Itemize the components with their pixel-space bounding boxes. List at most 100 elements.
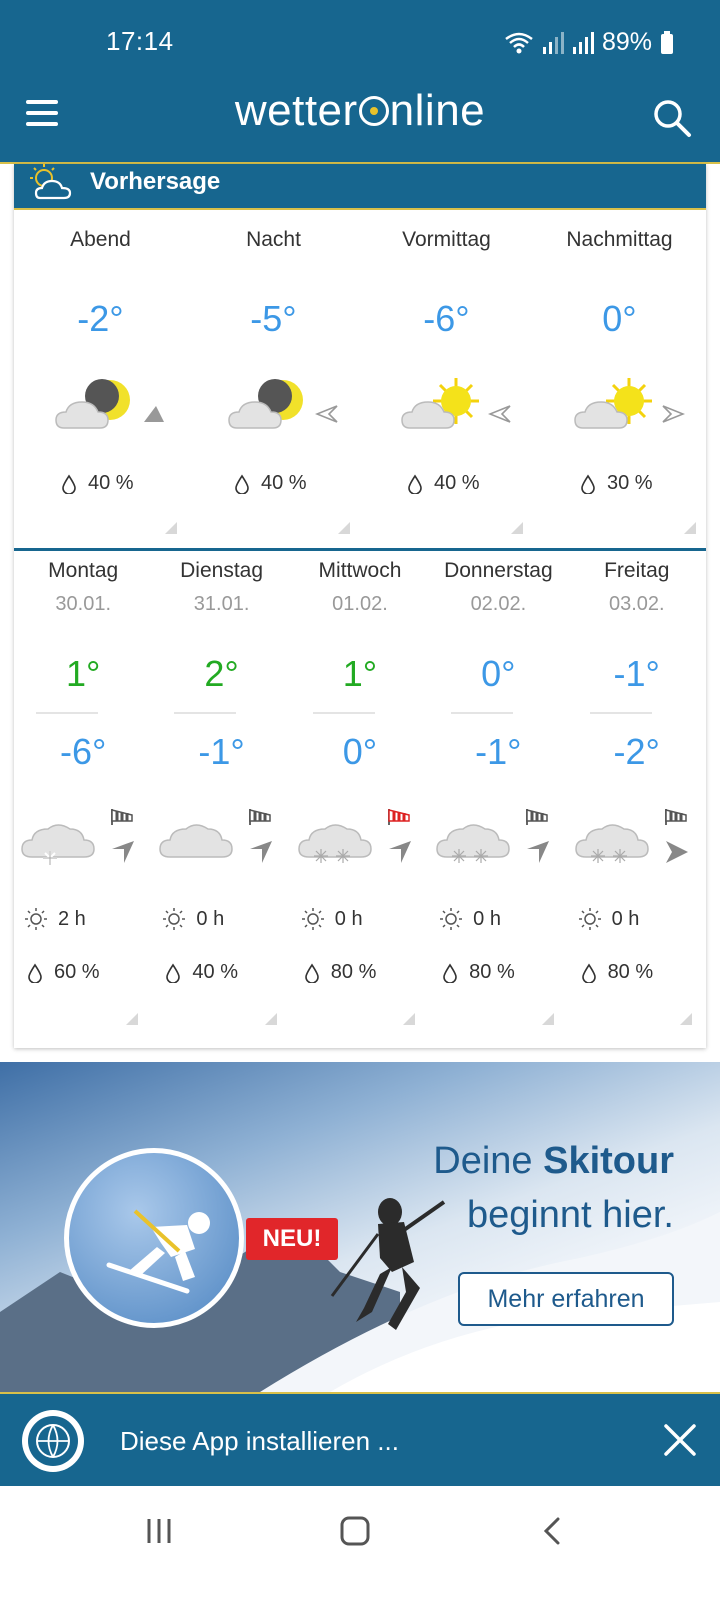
- sun-cloud-icon: [401, 378, 479, 429]
- day-dienstag[interactable]: Dienstag 31.01. 2° -1° 0 h 40 %: [152, 551, 290, 1045]
- precipitation: 40 %: [62, 472, 134, 495]
- expand-corner-icon[interactable]: [684, 522, 696, 534]
- precipitation: 30 %: [581, 472, 653, 495]
- expand-corner-icon[interactable]: [403, 1013, 416, 1025]
- wind-direction-icon: [662, 405, 685, 423]
- search-icon[interactable]: [652, 98, 692, 138]
- sun-hours: 0 h: [473, 907, 501, 930]
- new-badge: NEU!: [246, 1218, 338, 1260]
- day-freitag[interactable]: Freitag 03.02. -1° -2° 0 h 80 %: [568, 551, 706, 1045]
- precipitation: 40 %: [166, 961, 238, 984]
- install-app-banner[interactable]: Diese App installieren ...: [0, 1392, 720, 1486]
- forecast-header: Vorhersage: [14, 164, 706, 210]
- raindrop-icon: [304, 963, 319, 983]
- sunshine-hours: 0 h: [301, 907, 363, 931]
- moon-cloud-icon: [55, 379, 130, 429]
- expand-corner-icon[interactable]: [338, 522, 350, 534]
- recent-apps-icon[interactable]: [144, 1516, 174, 1546]
- day-min-temp: -2°: [613, 731, 660, 772]
- sunshine-hours: 0 h: [578, 907, 640, 931]
- app-header: wetter nline: [0, 68, 720, 164]
- windsock-icon: [249, 809, 273, 863]
- expand-corner-icon[interactable]: [541, 1013, 554, 1025]
- day-min-temp: -6°: [59, 731, 107, 772]
- raindrop-icon: [28, 963, 42, 983]
- wetteronline-logo[interactable]: wetter nline: [0, 86, 720, 136]
- day-max-temp: 1°: [342, 653, 378, 694]
- snow-cloud-icon: [21, 824, 95, 865]
- sun-hours: 0 h: [611, 907, 640, 930]
- expand-corner-icon[interactable]: [679, 1013, 692, 1025]
- signal-icon-2: [572, 31, 594, 54]
- wind-direction-icon: [488, 405, 511, 423]
- wifi-icon: [505, 32, 533, 53]
- day-max-temp: 2°: [204, 653, 239, 694]
- period-temp: -2°: [77, 298, 124, 339]
- rain-percent: 40 %: [261, 472, 307, 494]
- period-abend[interactable]: Abend -2° 40 %: [14, 210, 187, 548]
- battery-percent: 89%: [601, 28, 652, 56]
- expand-corner-icon[interactable]: [264, 1013, 277, 1025]
- moon-cloud-icon: [228, 379, 303, 429]
- day-max-temp: 1°: [65, 653, 101, 694]
- day-min-temp: -1°: [475, 731, 522, 772]
- day-name: Montag: [48, 559, 119, 582]
- ad-headline-prefix: Deine: [433, 1140, 544, 1182]
- daily-forecast: Montag 30.01. 1° -6° 2 h 60 % Dienstag 3…: [14, 551, 706, 1045]
- rain-percent: 60 %: [54, 961, 100, 983]
- expand-corner-icon[interactable]: [126, 1013, 139, 1025]
- period-nachmittag[interactable]: Nachmittag 0° 30 %: [533, 210, 706, 548]
- sun-cloud-icon: [30, 164, 72, 200]
- rain-percent: 40 %: [192, 961, 238, 983]
- snow-cloud-icon: [574, 824, 649, 863]
- day-name: Freitag: [604, 559, 670, 582]
- logo-right: nline: [389, 86, 486, 135]
- ad-headline-line2: beginnt hier.: [466, 1194, 674, 1236]
- skitour-ad-banner[interactable]: NEU! Deine Skitour beginnt hier. Mehr er…: [0, 1062, 720, 1392]
- forecast-card: Vorhersage Abend -2° 40 % Nacht -5° 40 %…: [14, 164, 706, 1048]
- rain-percent: 80 %: [607, 961, 654, 983]
- expand-corner-icon[interactable]: [511, 522, 523, 534]
- raindrop-icon: [62, 474, 76, 494]
- sun-icon: [163, 908, 186, 930]
- snow-cloud-icon: [436, 824, 510, 863]
- period-temp: -5°: [250, 298, 297, 339]
- day-name: Donnerstag: [444, 559, 553, 582]
- system-navigation-bar: [0, 1486, 720, 1600]
- period-nacht[interactable]: Nacht -5° 40 %: [187, 210, 360, 548]
- raindrop-icon: [408, 474, 422, 494]
- ad-headline-line1: Deine Skitour: [433, 1140, 674, 1183]
- wind-direction-icon: [315, 405, 338, 423]
- rain-percent: 80 %: [330, 961, 377, 983]
- expand-corner-icon[interactable]: [165, 522, 177, 534]
- forecast-title: Vorhersage: [90, 168, 221, 195]
- snow-cloud-icon: [298, 824, 372, 863]
- day-date: 30.01.: [55, 593, 111, 615]
- rain-percent: 40 %: [88, 472, 134, 494]
- temp-separator: [174, 712, 237, 714]
- rain-percent: 40 %: [434, 472, 480, 494]
- close-icon[interactable]: [662, 1422, 698, 1458]
- wind-direction-icon: [144, 406, 164, 422]
- period-label: Nacht: [246, 228, 301, 251]
- home-icon[interactable]: [340, 1516, 370, 1546]
- period-forecast: Abend -2° 40 % Nacht -5° 40 % Vormittag …: [14, 210, 706, 548]
- signal-icon-1: [542, 31, 564, 54]
- precipitation: 40 %: [408, 472, 480, 495]
- day-montag[interactable]: Montag 30.01. 1° -6° 2 h 60 %: [14, 551, 152, 1045]
- precipitation: 80 %: [443, 961, 515, 984]
- day-donnerstag[interactable]: Donnerstag 02.02. 0° -1° 0 h 80 %: [429, 551, 567, 1045]
- raindrop-icon: [235, 474, 249, 494]
- status-bar: 17:14 89%: [0, 0, 720, 68]
- sunshine-hours: 0 h: [439, 907, 501, 931]
- raindrop-icon: [581, 474, 595, 494]
- sunshine-hours: 0 h: [162, 907, 224, 931]
- learn-more-button[interactable]: Mehr erfahren: [458, 1272, 674, 1326]
- period-vormittag[interactable]: Vormittag -6° 40 %: [360, 210, 533, 548]
- system-icons: 89%: [504, 28, 674, 57]
- precipitation: 40 %: [235, 472, 307, 495]
- skier-app-icon: [64, 1148, 244, 1328]
- day-max-temp: 0°: [481, 653, 516, 694]
- back-icon[interactable]: [540, 1516, 566, 1546]
- day-mittwoch[interactable]: Mittwoch 01.02. 1° 0° 0 h 80 %: [291, 551, 429, 1045]
